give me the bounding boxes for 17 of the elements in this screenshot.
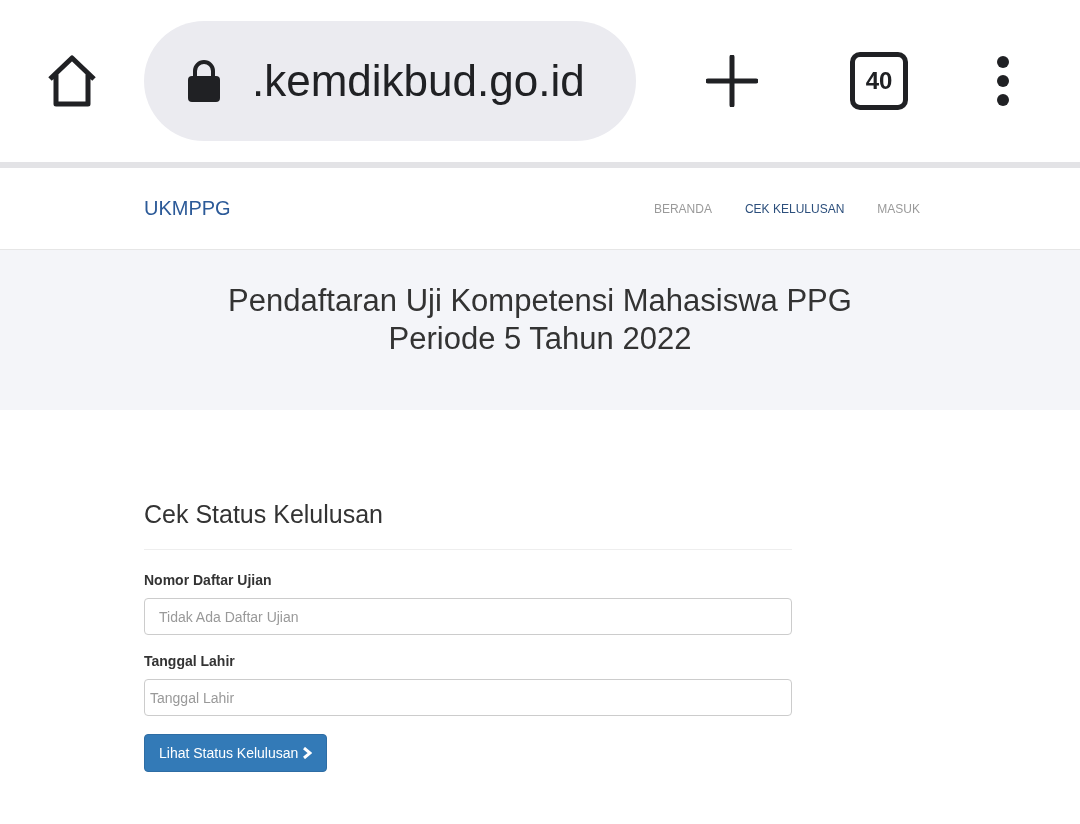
page-title: Periode 5 Tahun 2022 (388, 320, 692, 358)
brand-link[interactable]: UKMPPG (144, 197, 621, 220)
page-title: Pendaftaran Uji Kompetensi Mahasiswa PPG (228, 282, 852, 320)
field-label: Nomor Daftar Ujian (144, 572, 273, 588)
lock-icon (186, 59, 222, 103)
url-text: .kemdikbud.go.id (252, 56, 585, 106)
field-label: Tanggal Lahir (144, 653, 236, 669)
input-field[interactable]: Tidak Ada Daftar Ujian (144, 598, 792, 635)
section-heading: Cek Status Kelulusan (144, 500, 792, 550)
chevron-icon (302, 747, 313, 759)
nav-link[interactable]: CEK KELULUSAN (744, 201, 845, 216)
submit-button[interactable]: Lihat Status Kelulusan (144, 734, 328, 772)
new-tab-icon[interactable] (706, 55, 758, 107)
address-bar[interactable]: .kemdikbud.go.id (144, 21, 636, 141)
date-field[interactable]: Tanggal Lahir (144, 679, 792, 716)
more-menu-icon[interactable] (996, 55, 1010, 107)
tab-count-button[interactable]: 40 (850, 52, 908, 110)
